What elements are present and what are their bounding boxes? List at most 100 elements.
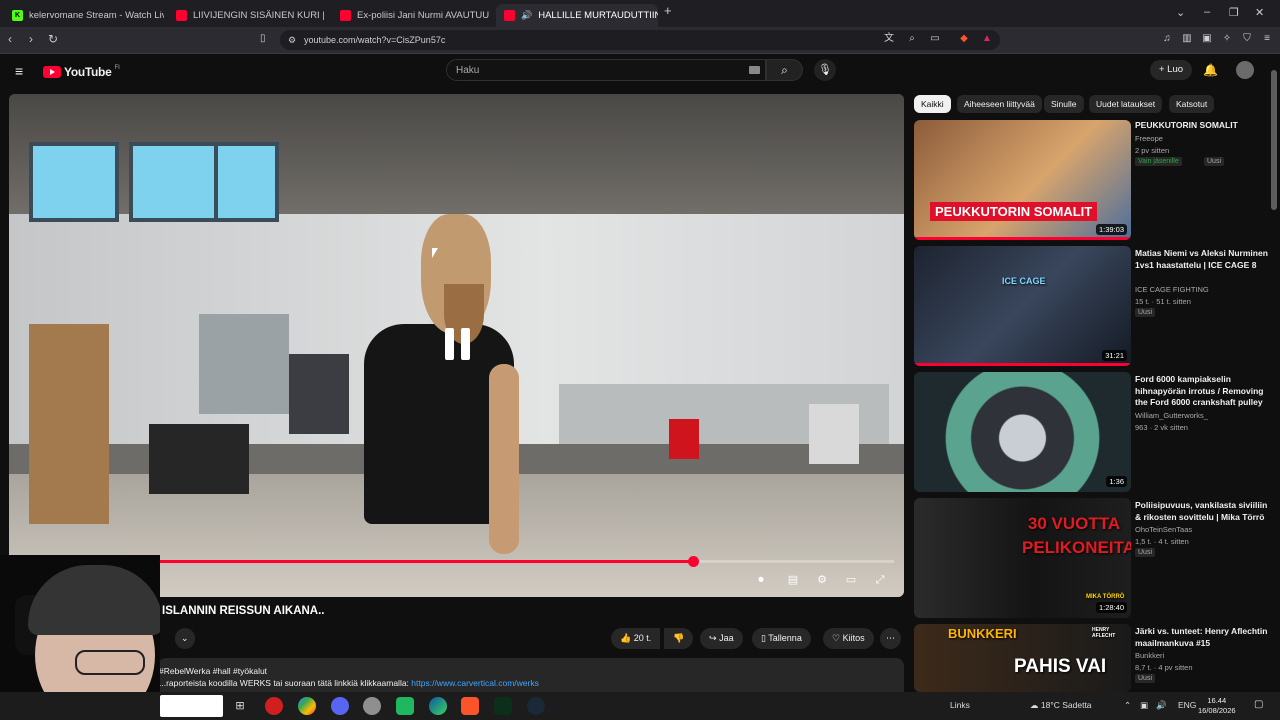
search-button[interactable]: ⌕ (766, 59, 803, 81)
task-view-icon[interactable]: ⊞ (231, 697, 249, 715)
video-frame-machine (149, 424, 249, 494)
close-window-button[interactable]: ✕ (1255, 6, 1264, 19)
language-indicator[interactable]: ENG (1178, 700, 1196, 710)
translate-icon[interactable]: 文 (883, 33, 895, 45)
tab-search-icon[interactable]: ⌄ (1176, 6, 1185, 19)
duration-badge: 31:21 (1102, 350, 1127, 361)
watch-progress (914, 363, 1131, 366)
thumbnail-caption: MIKA TÖRRÖ (1086, 594, 1125, 600)
recommendation-item[interactable]: ICE CAGE 31:21 Matias Niemi vs Aleksi Nu… (914, 246, 1269, 366)
video-frame-person (359, 214, 519, 597)
recommendation-item[interactable]: BUNKKERI HENRY AFLECHT PAHIS VAI Järki v… (914, 624, 1269, 692)
tray-overflow-icon[interactable]: ⌃ (1124, 700, 1131, 711)
extensions-icon[interactable]: ✧ (1221, 33, 1233, 45)
save-button[interactable]: ▯ Tallenna (752, 628, 811, 649)
screenshot-icon[interactable]: ▭ (929, 33, 941, 45)
bookmark-icon[interactable]: ▯ (260, 33, 266, 44)
channel-name[interactable]: OhoTeinSenTaas (1135, 525, 1192, 534)
video-thumbnail[interactable]: 30 VUOTTA PELIKONEITA MIKA TÖRRÖ 1:28:40 (914, 498, 1131, 618)
video-player[interactable]: ▶ 🔊 ⏺ ▤ ⚙ ▭ ⤢ (9, 94, 904, 597)
duration-badge: 1:28:40 (1095, 602, 1127, 613)
video-thumbnail[interactable]: ICE CAGE 31:21 (914, 246, 1131, 366)
voice-search-button[interactable]: 🎙 (814, 59, 836, 81)
share-button[interactable]: ↪ Jaa (700, 628, 743, 649)
keyboard-icon[interactable] (749, 66, 760, 74)
video-meta: 963 · 2 vk sitten (1135, 423, 1188, 432)
channel-name[interactable]: Freeope (1135, 134, 1163, 143)
recommendation-item[interactable]: 30 VUOTTA PELIKONEITA MIKA TÖRRÖ 1:28:40… (914, 498, 1269, 618)
dislike-button[interactable]: 👎 (664, 628, 694, 649)
settings-gear-icon[interactable]: ⚙ (811, 570, 833, 590)
back-icon[interactable]: ‹ (8, 32, 12, 46)
browser-tab[interactable]: LIIVIJENGIN SISÄINEN KURI | CANNO (168, 4, 328, 27)
brave-shield-icon[interactable]: ◆ (958, 33, 970, 45)
chip-recently-uploaded[interactable]: Uudet lataukset (1089, 95, 1163, 113)
opera-icon[interactable] (265, 697, 283, 715)
weather-widget[interactable]: ☁ 18°C Sadetta (1030, 700, 1092, 711)
video-thumbnail[interactable]: PEUKKUTORIN SOMALIT 1:39:03 (914, 120, 1131, 240)
search-input[interactable]: Haku (446, 59, 766, 81)
thumbs-up-icon: 👍 (620, 633, 632, 643)
create-button[interactable]: + Luo (1150, 60, 1193, 80)
discord-icon[interactable] (331, 697, 349, 715)
more-actions-button[interactable]: ⋯ (880, 628, 901, 649)
browser-tab[interactable]: Ex-poliisi Jani Nurmi AVAUTUU nikoll (332, 4, 492, 27)
minimize-button[interactable]: – (1204, 6, 1210, 18)
glasses (75, 650, 145, 675)
notifications-icon[interactable]: ▢ (1254, 699, 1263, 710)
thanks-button[interactable]: ♡ Kiitos (823, 628, 874, 649)
chip-for-you[interactable]: Sinulle (1044, 95, 1084, 113)
sidebar-icon[interactable]: ▥ (1181, 33, 1193, 45)
subscribe-dropdown-button[interactable]: ⌄ (175, 628, 195, 649)
links-toolbar[interactable]: Links (950, 700, 970, 710)
site-info-icon[interactable]: ⚙ (288, 35, 296, 46)
fullscreen-icon[interactable]: ⤢ (869, 570, 891, 590)
notifications-bell-icon[interactable]: 🔔 (1203, 63, 1218, 77)
menu-icon[interactable]: ≡ (1261, 33, 1273, 45)
chip-watched[interactable]: Katsotut (1169, 95, 1215, 113)
channel-name[interactable]: ICE CAGE FIGHTING (1135, 285, 1209, 294)
channel-name[interactable]: William_Gutterworks_ (1135, 411, 1208, 420)
browser-tab-active[interactable]: 🔊 HALLILLE MURTAUDUTTIIN !! ✕ (496, 4, 658, 27)
avatar[interactable] (1236, 61, 1254, 79)
video-thumbnail[interactable]: 1:36 (914, 372, 1131, 492)
page-scrollbar[interactable] (1271, 70, 1277, 210)
chip-all[interactable]: Kaikki (914, 95, 951, 113)
taskbar-search[interactable] (160, 695, 223, 717)
members-only-badge: Vain jäsenille (1135, 157, 1182, 166)
description-link[interactable]: https://www.carvertical.com/werks (411, 678, 539, 688)
channel-name[interactable]: Bunkkeri (1135, 651, 1164, 660)
brave-rewards-icon[interactable]: ▲ (981, 33, 993, 45)
brave-icon[interactable] (461, 697, 479, 715)
clock[interactable]: 16.44 16/08/2026 (1198, 696, 1236, 716)
browser-tab[interactable]: K kelervomane Stream - Watch Live on (4, 4, 164, 27)
recommendation-item[interactable]: PEUKKUTORIN SOMALIT 1:39:03 PEUKKUTORIN … (914, 120, 1269, 240)
theater-mode-icon[interactable]: ▭ (840, 570, 862, 590)
chip-related[interactable]: Aiheeseen liittyvää (957, 95, 1042, 113)
autoplay-toggle-icon[interactable]: ⏺ (750, 570, 772, 590)
speaker-icon[interactable]: 🔊 (1156, 700, 1167, 711)
terminal-icon[interactable] (494, 697, 512, 715)
network-icon[interactable]: ▣ (1140, 700, 1148, 711)
wallet-icon[interactable]: ▣ (1201, 33, 1213, 45)
spreadsheet-app-icon[interactable] (396, 697, 414, 715)
forward-icon[interactable]: › (29, 32, 33, 46)
hamburger-menu-icon[interactable]: ≡ (15, 63, 23, 79)
chrome-icon[interactable] (298, 697, 316, 715)
subtitles-icon[interactable]: ▤ (782, 570, 804, 590)
video-thumbnail[interactable]: BUNKKERI HENRY AFLECHT PAHIS VAI (914, 624, 1131, 692)
media-icon[interactable]: ♫ (1161, 33, 1173, 45)
chevron-down-icon: ⌄ (181, 633, 189, 643)
like-button[interactable]: 👍 20 t. (611, 628, 661, 649)
reload-icon[interactable]: ↻ (48, 32, 58, 46)
vpn-icon[interactable]: ⛉ (1241, 33, 1253, 45)
recommendation-item[interactable]: 1:36 Ford 6000 kampiakselin hihnapyörän … (914, 372, 1269, 492)
new-tab-button[interactable]: + (664, 3, 672, 18)
edge-icon[interactable] (429, 697, 447, 715)
youtube-logo[interactable]: YouTube FI (43, 65, 120, 79)
zoom-icon[interactable]: ⌕ (906, 33, 918, 45)
maximize-button[interactable]: ❐ (1229, 6, 1239, 19)
seek-handle[interactable] (687, 556, 699, 567)
steam-icon[interactable] (527, 697, 545, 715)
obs-icon[interactable] (363, 697, 381, 715)
